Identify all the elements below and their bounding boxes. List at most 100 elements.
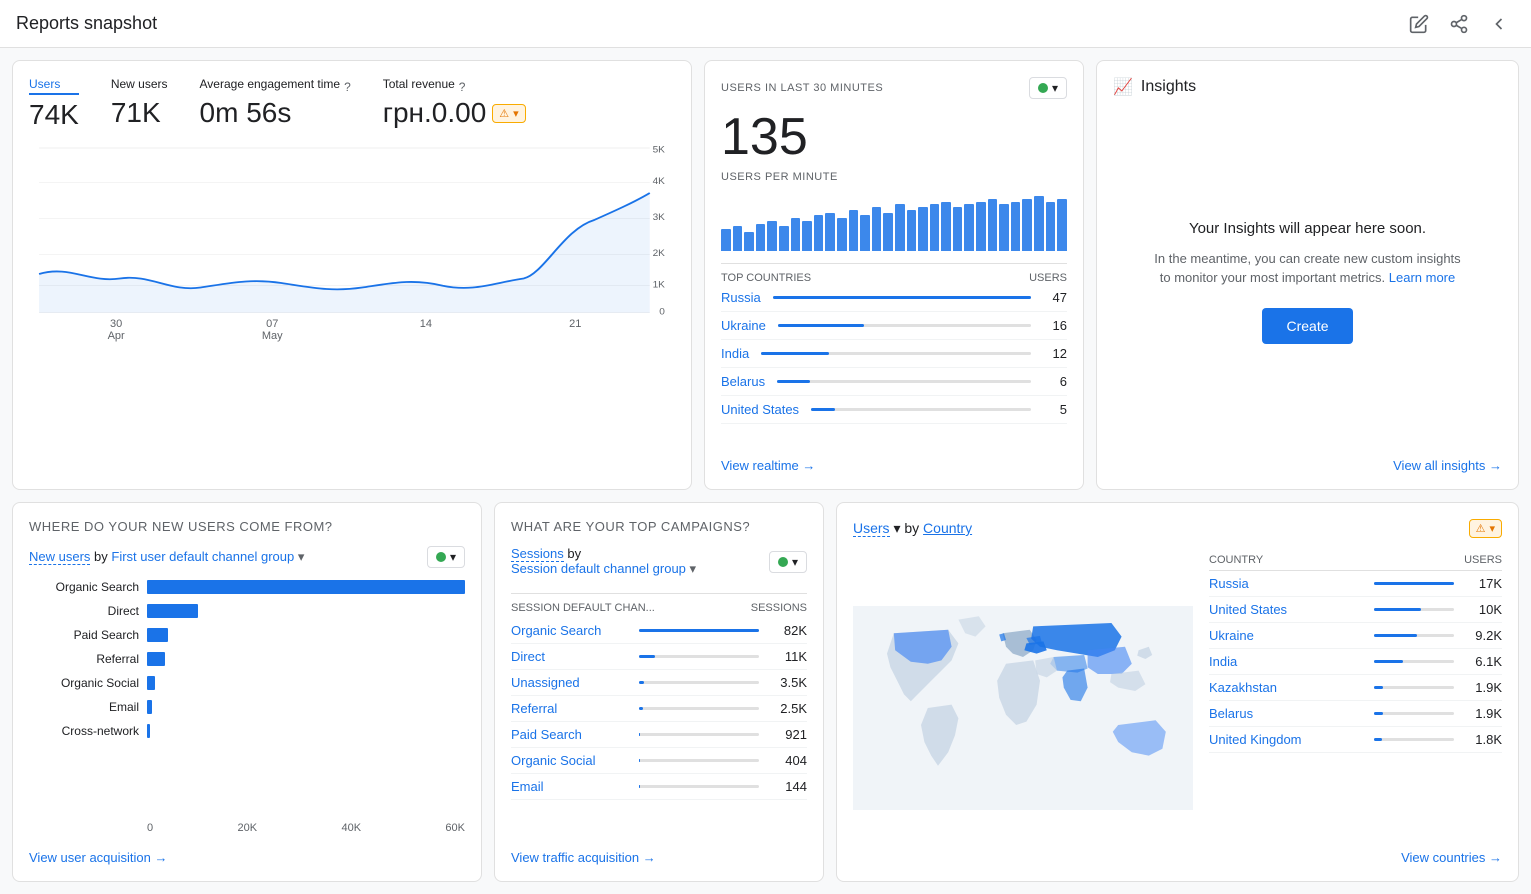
geo-country-name[interactable]: India [1209, 654, 1366, 669]
geo-country-row: United Kingdom 1.8K [1209, 727, 1502, 753]
country-count: 5 [1043, 402, 1067, 417]
country-name[interactable]: Russia [721, 290, 761, 305]
more-button[interactable] [1483, 8, 1515, 40]
geo-country-row: Belarus 1.9K [1209, 701, 1502, 727]
campaign-row: Unassigned 3.5K [511, 670, 807, 696]
country-bar-container [811, 408, 1031, 411]
country-count: 16 [1043, 318, 1067, 333]
campaign-name[interactable]: Unassigned [511, 675, 631, 690]
users-metric: Users 74K [29, 77, 79, 131]
campaign-name[interactable]: Direct [511, 649, 631, 664]
channel-label: Email [29, 700, 139, 714]
ct-bar [1374, 738, 1382, 741]
insights-card: 📈 Insights Your Insights will appear her… [1096, 60, 1519, 490]
geo-filter: Users ▾ by Country ⚠ ▾ [853, 519, 1502, 538]
svg-text:0: 0 [659, 307, 665, 317]
axis-label: 60K [445, 822, 465, 834]
country-name[interactable]: India [721, 346, 749, 361]
country-filter[interactable]: Country [923, 520, 972, 536]
geo-filter-label: Users ▾ by Country [853, 520, 972, 537]
channel-filter2[interactable]: Session default channel group [511, 561, 686, 576]
bar-mini [930, 204, 940, 251]
campaign-bar-container [639, 629, 759, 632]
edit-button[interactable] [1403, 8, 1435, 40]
channel-filter[interactable]: First user default channel group [111, 549, 294, 564]
users-col-label: USERS [1029, 272, 1067, 284]
users-geo-filter[interactable]: Users [853, 520, 890, 537]
country-name[interactable]: Belarus [721, 374, 765, 389]
dropdown-geo-arrow: ▾ [1489, 522, 1495, 535]
per-minute-chart [721, 191, 1067, 251]
sessions-filter[interactable]: Sessions [511, 546, 564, 562]
col-channel-label: SESSION DEFAULT CHAN... [511, 602, 655, 614]
acquisition-status-button[interactable]: ▾ [427, 546, 465, 568]
campaign-name[interactable]: Referral [511, 701, 631, 716]
geo-warning-badge[interactable]: ⚠ ▾ [1469, 519, 1502, 538]
h-bar-row: Direct [29, 604, 465, 618]
country-bar [778, 324, 864, 327]
campaign-value: 404 [767, 753, 807, 768]
bar-mini [756, 224, 766, 252]
geo-country-name[interactable]: United Kingdom [1209, 732, 1366, 747]
view-all-insights-link[interactable]: View all insights → [1113, 458, 1502, 473]
users-label: Users [29, 77, 79, 95]
geo-country-name[interactable]: Belarus [1209, 706, 1366, 721]
ct-bar [1374, 712, 1383, 715]
geo-country-name[interactable]: Ukraine [1209, 628, 1366, 643]
ct-bar [1374, 686, 1383, 689]
warning-icon: ⚠ [499, 107, 509, 120]
bar-mini [918, 207, 928, 251]
h-bar-row: Organic Search [29, 580, 465, 594]
share-button[interactable] [1443, 8, 1475, 40]
bar-mini [941, 202, 951, 252]
new-users-value: 71K [111, 97, 168, 129]
campaign-bar-container [639, 785, 759, 788]
acquisition-card: WHERE DO YOUR NEW USERS COME FROM? New u… [12, 502, 482, 882]
geo-country-name[interactable]: Russia [1209, 576, 1366, 591]
axis-label: 20K [238, 822, 258, 834]
ct-bar-container [1374, 608, 1454, 611]
view-realtime-link[interactable]: View realtime → [721, 458, 1067, 473]
ct-bar [1374, 660, 1403, 663]
bar-mini [1022, 199, 1032, 251]
per-minute-label: USERS PER MINUTE [721, 171, 1067, 183]
campaign-list: Organic Search 82K Direct 11K Unassigned… [511, 618, 807, 800]
ct-bar-container [1374, 634, 1454, 637]
geo-country-name[interactable]: United States [1209, 602, 1366, 617]
h-bar [147, 676, 155, 690]
bar-mini [1011, 202, 1021, 252]
warning-geo-icon: ⚠ [1476, 522, 1486, 535]
campaigns-status-button[interactable]: ▾ [769, 551, 807, 573]
new-users-filter[interactable]: New users [29, 549, 90, 565]
avg-engagement-label: Average engagement time [200, 77, 341, 93]
learn-more-link[interactable]: Learn more [1389, 270, 1455, 285]
campaign-bar-container [639, 655, 759, 658]
view-acquisition-link[interactable]: View user acquisition → [29, 850, 465, 865]
campaign-name[interactable]: Organic Social [511, 753, 631, 768]
country-name[interactable]: United States [721, 402, 799, 417]
view-campaigns-link[interactable]: View traffic acquisition → [511, 850, 807, 865]
by-geo-label: ▾ by [893, 520, 923, 536]
create-button[interactable]: Create [1262, 308, 1352, 344]
geo-table: COUNTRY USERS Russia 17K United States 1… [1209, 550, 1502, 865]
ct-bar [1374, 608, 1421, 611]
campaign-name[interactable]: Email [511, 779, 631, 794]
channel-label: Direct [29, 604, 139, 618]
geo-country-name[interactable]: Kazakhstan [1209, 680, 1366, 695]
realtime-status-button[interactable]: ▾ [1029, 77, 1067, 99]
h-bar-container [147, 580, 465, 594]
col-sessions-label: SESSIONS [751, 602, 807, 614]
campaign-name[interactable]: Paid Search [511, 727, 631, 742]
campaign-bar [639, 707, 643, 710]
campaign-name[interactable]: Organic Search [511, 623, 631, 638]
help-icon-revenue[interactable]: ? [459, 80, 466, 94]
h-bar-row: Paid Search [29, 628, 465, 642]
help-icon-engagement[interactable]: ? [344, 80, 351, 94]
warning-badge[interactable]: ⚠ ▾ [492, 104, 525, 123]
geo-content: COUNTRY USERS Russia 17K United States 1… [853, 550, 1502, 865]
view-countries-link[interactable]: View countries → [1209, 850, 1502, 865]
country-bar-container [761, 352, 1031, 355]
campaign-row: Email 144 [511, 774, 807, 800]
campaign-value: 2.5K [767, 701, 807, 716]
country-name[interactable]: Ukraine [721, 318, 766, 333]
